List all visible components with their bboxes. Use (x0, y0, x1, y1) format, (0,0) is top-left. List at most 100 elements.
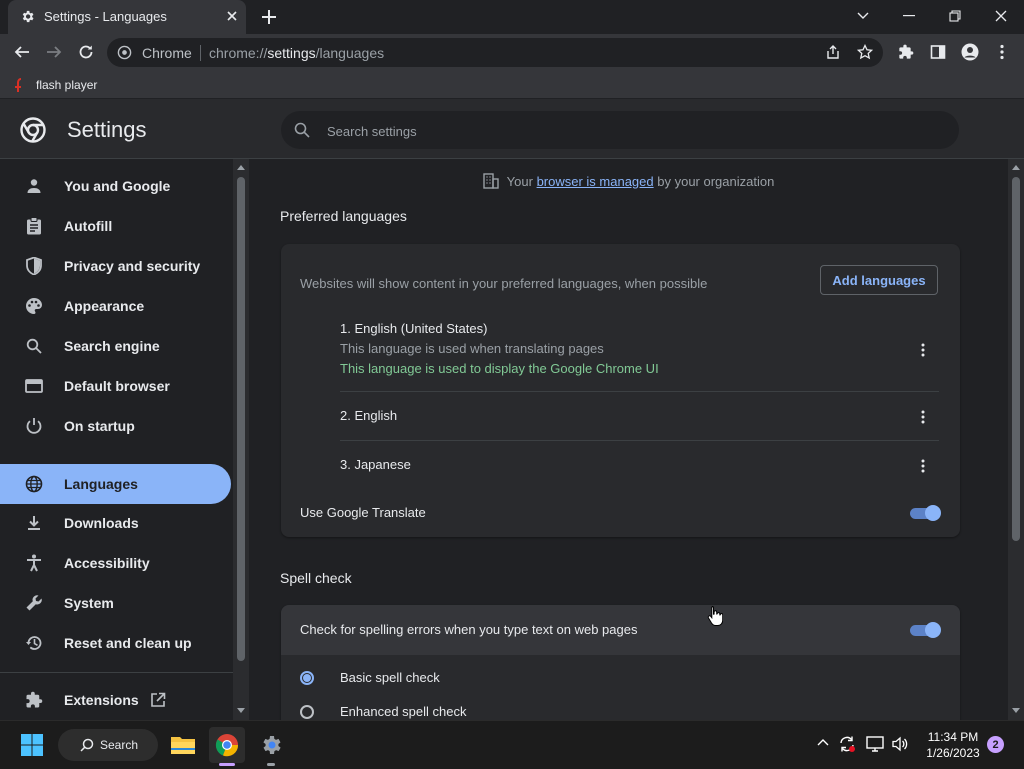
tab-settings-languages[interactable]: Settings - Languages (8, 0, 246, 34)
chrome-secure-icon[interactable] (117, 45, 132, 60)
side-panel-icon[interactable] (928, 42, 948, 62)
restore-button[interactable] (932, 0, 978, 32)
sidebar-scrollbar[interactable] (233, 159, 249, 720)
radio-label: Enhanced spell check (340, 704, 467, 719)
radio-label: Basic spell check (340, 670, 440, 685)
preferred-languages-heading: Preferred languages (280, 208, 407, 224)
share-icon[interactable] (825, 44, 841, 60)
language-name: 3. Japanese (340, 457, 411, 472)
sidebar-item-label: Search engine (64, 338, 160, 354)
extensions-puzzle-icon[interactable] (896, 42, 916, 62)
settings-taskbar-icon[interactable] (253, 727, 289, 763)
scroll-up-icon[interactable] (237, 165, 245, 170)
spell-check-heading: Spell check (280, 570, 352, 586)
sidebar-item-languages[interactable]: Languages (0, 464, 231, 504)
sidebar-item-reset-and-clean-up[interactable]: Reset and clean up (0, 623, 231, 663)
settings-running-indicator (267, 763, 275, 766)
sidebar-item-autofill[interactable]: Autofill (0, 206, 231, 246)
clock-time[interactable]: 11:34 PM (922, 730, 984, 744)
settings-search[interactable] (281, 111, 959, 149)
tab-search-button[interactable] (840, 0, 886, 32)
browser-managed-link[interactable]: browser is managed (537, 174, 654, 189)
language-name: 1. English (United States) (340, 321, 488, 336)
windows-start-button[interactable] (14, 727, 50, 763)
enhanced-spell-check-option[interactable]: Enhanced spell check (300, 702, 466, 720)
sidebar-item-search-engine[interactable]: Search engine (0, 326, 231, 366)
bookmark-star-icon[interactable] (857, 44, 873, 60)
clock-date[interactable]: 1/26/2023 (922, 746, 984, 760)
taskbar-search-button[interactable]: Search (58, 729, 158, 761)
volume-icon[interactable] (891, 735, 909, 753)
language-menu-icon[interactable] (913, 340, 933, 360)
sidebar-scroll-thumb[interactable] (237, 177, 245, 661)
download-icon (24, 513, 44, 533)
omnibox-separator (200, 45, 201, 61)
google-translate-toggle[interactable] (910, 505, 942, 521)
new-tab-button[interactable] (259, 7, 279, 27)
palette-icon (24, 296, 44, 316)
sidebar-item-you-and-google[interactable]: You and Google (0, 166, 231, 206)
bookmarks-bar: flash player (0, 71, 1024, 99)
sidebar-item-accessibility[interactable]: Accessibility (0, 543, 231, 583)
sidebar-item-label: Accessibility (64, 555, 150, 571)
main-scrollbar[interactable] (1008, 159, 1024, 720)
url-text[interactable]: chrome://settings/languages (209, 45, 384, 61)
scroll-down-icon[interactable] (237, 708, 245, 713)
language-ui-note: This language is used to display the Goo… (340, 361, 659, 376)
person-icon (24, 176, 44, 196)
shield-icon (24, 256, 44, 276)
forward-icon[interactable] (44, 42, 64, 62)
reload-icon[interactable] (76, 42, 96, 62)
sidebar-item-label: Downloads (64, 515, 139, 531)
sidebar-item-system[interactable]: System (0, 583, 231, 623)
sidebar-item-downloads[interactable]: Downloads (0, 503, 231, 543)
chrome-taskbar-icon[interactable] (209, 727, 245, 763)
radio-selected[interactable] (300, 671, 314, 685)
chrome-active-indicator (219, 763, 235, 766)
clipboard-icon (24, 216, 44, 236)
back-icon[interactable] (12, 42, 32, 62)
sidebar-item-label: Reset and clean up (64, 635, 192, 651)
file-explorer-icon[interactable] (165, 727, 201, 763)
sidebar-item-privacy-and-security[interactable]: Privacy and security (0, 246, 231, 286)
radio-unselected[interactable] (300, 705, 314, 719)
profile-avatar-icon[interactable] (960, 42, 980, 62)
bookmark-flash-player[interactable]: flash player (12, 75, 97, 95)
language-menu-icon[interactable] (913, 456, 933, 476)
sidebar-item-on-startup[interactable]: On startup (0, 406, 231, 446)
spell-check-toggle-row[interactable]: Check for spelling errors when you type … (281, 605, 960, 655)
close-window-button[interactable] (978, 0, 1024, 32)
search-settings-input[interactable] (325, 120, 929, 142)
sidebar-item-label: Default browser (64, 378, 170, 394)
basic-spell-check-option[interactable]: Basic spell check (300, 668, 440, 688)
sidebar-item-label: You and Google (64, 178, 171, 194)
add-languages-button[interactable]: Add languages (820, 265, 938, 295)
main-scroll-thumb[interactable] (1012, 177, 1020, 541)
search-icon (80, 738, 94, 752)
tray-chevron-up-icon[interactable] (817, 738, 829, 746)
sidebar-item-label: System (64, 595, 114, 611)
sidebar-item-default-browser[interactable]: Default browser (0, 366, 231, 406)
menu-kebab-icon[interactable] (992, 42, 1012, 62)
minimize-button[interactable] (886, 0, 932, 32)
sync-alert-icon[interactable] (838, 735, 856, 753)
settings-main: Your browser is managed by your organiza… (250, 159, 1007, 720)
chrome-logo-icon (20, 117, 46, 143)
building-icon (482, 173, 499, 189)
language-item: 1. English (United States) This language… (340, 320, 939, 380)
sidebar-item-appearance[interactable]: Appearance (0, 286, 231, 326)
network-icon[interactable] (866, 735, 884, 753)
sidebar-item-extensions[interactable]: Extensions (0, 680, 231, 720)
address-bar[interactable]: Chrome chrome://settings/languages (107, 38, 883, 67)
sidebar-item-label: Languages (64, 476, 138, 492)
sidebar-item-label: On startup (64, 418, 135, 434)
language-menu-icon[interactable] (913, 407, 933, 427)
preferred-languages-card: Websites will show content in your prefe… (281, 244, 960, 537)
browser-window-icon (24, 376, 44, 396)
close-tab-icon[interactable] (225, 9, 239, 23)
scroll-down-icon[interactable] (1012, 708, 1020, 713)
scroll-up-icon[interactable] (1012, 165, 1020, 170)
notification-badge[interactable]: 2 (987, 736, 1004, 753)
managed-suffix: by your organization (657, 173, 775, 189)
spell-check-toggle[interactable] (910, 622, 942, 638)
